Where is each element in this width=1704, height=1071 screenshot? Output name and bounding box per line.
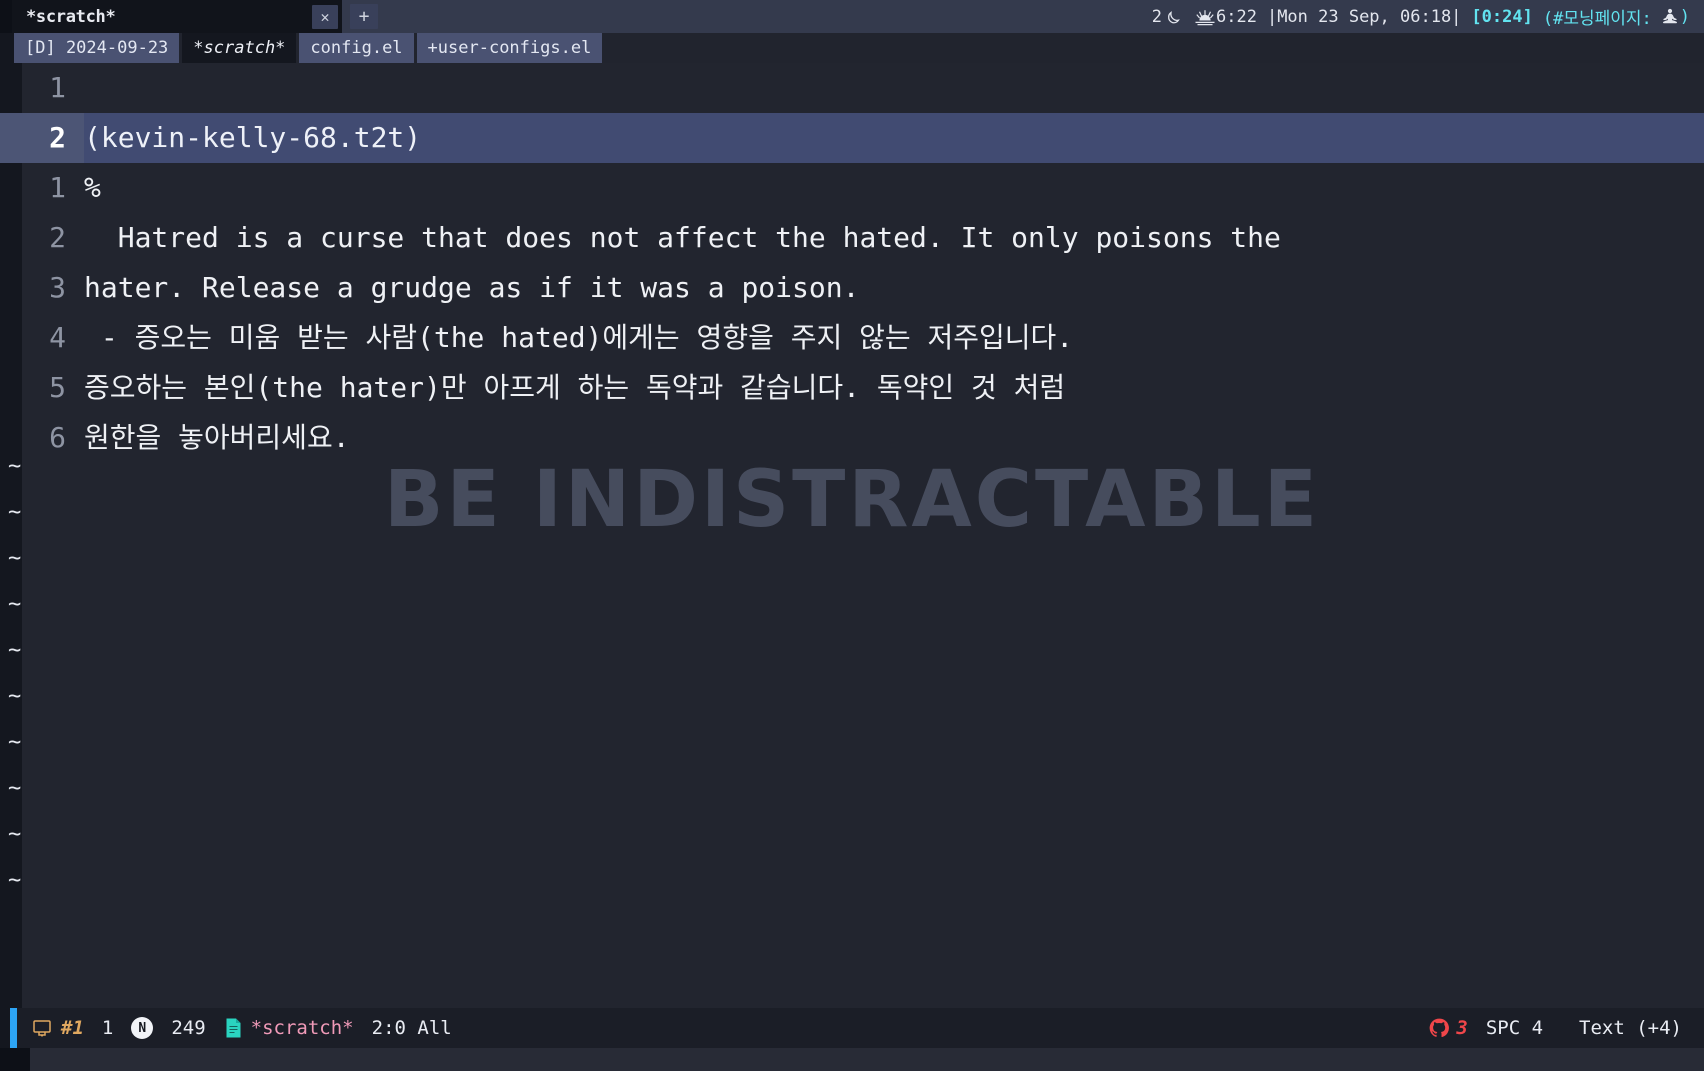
tabbar-left-edge	[0, 33, 14, 63]
mode-badge-label: N	[131, 1017, 154, 1039]
line-number: 2	[49, 221, 66, 254]
buffer-name[interactable]: *scratch*	[251, 1017, 354, 1039]
tab-scratch[interactable]: *scratch*	[182, 33, 297, 63]
crescent-moon-icon	[1164, 7, 1184, 27]
status-badge: N	[131, 1017, 154, 1039]
line-text: (kevin-kelly-68.t2t)	[84, 121, 422, 154]
cursor-position: 2:0 All	[371, 1017, 452, 1039]
tabbar-empty-space	[602, 33, 1704, 63]
datetime-label: |Mon 23 Sep, 06:18|	[1266, 6, 1462, 27]
file-icon	[224, 1017, 243, 1039]
buffer-line[interactable]: 4 - 증오는 미움 받는 사람(the hated)에게는 영향을 주지 않는…	[0, 313, 1704, 363]
title-bar: *scratch* ✕ + 2 6:22 |Mon 23 Sep, 06:18|…	[0, 0, 1704, 33]
task-close-paren: )	[1679, 6, 1690, 27]
modeline-accent-bar	[10, 1008, 17, 1048]
line-number: 1	[49, 71, 66, 104]
sunrise-time: 6:22	[1216, 6, 1257, 27]
meditation-person-icon	[1660, 7, 1680, 27]
tab-label: [D] 2024-09-23	[25, 38, 169, 58]
empty-line-marker: ~	[8, 592, 22, 617]
modeline-right-group: 3 SPC 4 Text (+4)	[1428, 1017, 1704, 1039]
empty-line-marker: ~	[8, 684, 22, 709]
buffer-line[interactable]: 6 원한을 놓아버리세요.	[0, 413, 1704, 463]
tab-label: *scratch*	[193, 38, 286, 58]
buffer-line-current[interactable]: 2 (kevin-kelly-68.t2t)	[0, 113, 1704, 163]
indentation-setting[interactable]: SPC 4	[1486, 1017, 1543, 1039]
line-number: 2	[0, 113, 84, 163]
emacs-window: *scratch* ✕ + 2 6:22 |Mon 23 Sep, 06:18|…	[0, 0, 1704, 1071]
editor-buffer[interactable]: 1 2 (kevin-kelly-68.t2t) 1% 2 Hatred is a cu…	[0, 63, 1704, 1008]
editor-tab-bar: [D] 2024-09-23 *scratch* config.el +user…	[0, 33, 1704, 63]
modeline-left-edge	[0, 1008, 10, 1048]
line-text: hater. Release a grudge as if it was a p…	[84, 271, 860, 304]
github-icon[interactable]	[1428, 1017, 1450, 1039]
char-count: 249	[171, 1017, 206, 1039]
empty-line-marker: ~	[8, 454, 22, 479]
empty-line-marker: ~	[8, 776, 22, 801]
close-icon[interactable]: ✕	[312, 4, 338, 29]
timer-label: [0:24]	[1471, 6, 1533, 27]
empty-line-marker: ~	[8, 822, 22, 847]
window-tab-label: *scratch*	[26, 6, 116, 27]
line-text: - 증오는 미움 받는 사람(the hated)에게는 영향을 주지 않는 저…	[84, 321, 1074, 354]
line-text: Hatred is a curse that does not affect t…	[84, 221, 1281, 254]
modeline: #1 1 N 249 *scratch* 2:0 All 3 SPC 4 Tex…	[0, 1008, 1704, 1048]
echo-area	[0, 1048, 1704, 1071]
buffer-line[interactable]: 5 증오하는 본인(the hater)만 아프게 하는 독약과 같습니다. 독약…	[0, 363, 1704, 413]
empty-line-marker: ~	[8, 868, 22, 893]
window-tab-scratch[interactable]: *scratch* ✕	[12, 0, 342, 33]
line-text: 증오하는 본인(the hater)만 아프게 하는 독약과 같습니다. 독약인…	[84, 371, 1066, 404]
empty-line-marker: ~	[8, 730, 22, 755]
empty-line-marker: ~	[8, 638, 22, 663]
buffer-watermark: BE INDISTRACTABLE	[384, 455, 1320, 545]
sunrise-icon	[1194, 8, 1216, 26]
buffer-lines: 1 2 (kevin-kelly-68.t2t) 1% 2 Hatred is a cu…	[0, 63, 1704, 463]
modeline-left-group: #1 1 N 249 *scratch* 2:0 All	[17, 1017, 470, 1039]
titlebar-left-edge	[0, 0, 12, 33]
plus-icon[interactable]: +	[350, 4, 378, 29]
line-text: %	[84, 171, 101, 204]
task-label: (#모닝페이지:	[1542, 9, 1652, 29]
tab-config-el[interactable]: config.el	[299, 33, 414, 63]
buffer-line[interactable]: 2 Hatred is a curse that does not affect…	[0, 213, 1704, 263]
workspace-icon[interactable]	[31, 1017, 53, 1039]
titlebar-status-group: 2 6:22 |Mon 23 Sep, 06:18| [0:24] (#모닝페이	[1142, 0, 1704, 33]
tab-daily-note[interactable]: [D] 2024-09-23	[14, 33, 180, 63]
line-number: 1	[49, 171, 66, 204]
vcs-count: 3	[1456, 1017, 1468, 1039]
tab-label: +user-configs.el	[427, 38, 592, 58]
window-number: 1	[101, 1017, 114, 1039]
tab-user-configs-el[interactable]: +user-configs.el	[416, 33, 603, 63]
line-text: 원한을 놓아버리세요.	[84, 421, 350, 454]
echo-area-inner	[30, 1048, 1704, 1071]
empty-line-marker: ~	[8, 546, 22, 571]
buffer-line[interactable]: 3 hater. Release a grudge as if it was a …	[0, 263, 1704, 313]
tab-label: config.el	[310, 38, 403, 58]
major-mode[interactable]: Text (+4)	[1579, 1017, 1682, 1039]
line-number: 4	[49, 321, 66, 354]
workspace-label[interactable]: #1	[61, 1017, 84, 1039]
moon-count: 2	[1151, 6, 1162, 27]
line-number: 5	[49, 371, 66, 404]
buffer-line[interactable]: 1%	[0, 163, 1704, 213]
titlebar-spacer	[378, 0, 1142, 33]
line-number: 3	[49, 271, 66, 304]
buffer-line[interactable]: 1	[0, 63, 1704, 113]
empty-line-marker: ~	[8, 500, 22, 525]
